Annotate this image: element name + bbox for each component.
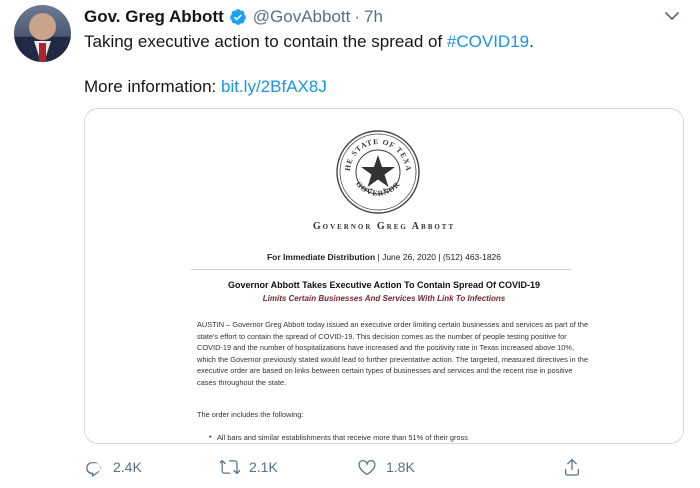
- verified-badge-icon: [229, 9, 246, 25]
- bullet-marker: •: [209, 432, 212, 441]
- press-bullet: All bars and similar establishments that…: [217, 433, 468, 442]
- author-avatar[interactable]: [14, 5, 71, 62]
- tweet-text-prefix: Taking executive action to contain the s…: [84, 32, 447, 51]
- tweet-text: Taking executive action to contain the s…: [84, 31, 534, 53]
- chevron-down-icon[interactable]: [663, 10, 681, 22]
- distribution-label: For Immediate Distribution: [266, 252, 376, 262]
- reply-button[interactable]: 2.4K: [84, 457, 142, 477]
- distribution-details: | June 26, 2020 | (512) 463-1826: [375, 252, 502, 262]
- divider: [191, 269, 571, 270]
- reply-count: 2.4K: [113, 459, 142, 475]
- more-info-line: More information: bit.ly/2BfAX8J: [84, 76, 327, 98]
- like-count: 1.8K: [386, 459, 415, 475]
- press-release-document: THE STATE OF TEXAS GOVERNOR Governor Gre…: [85, 109, 683, 443]
- author-name[interactable]: Gov. Greg Abbott: [84, 7, 224, 27]
- more-info-link[interactable]: bit.ly/2BfAX8J: [221, 77, 327, 96]
- tweet-actions: 2.4K 2.1K 1.8K: [84, 457, 684, 479]
- author-handle[interactable]: @GovAbbott: [253, 7, 351, 27]
- svg-text:GOVERNOR: GOVERNOR: [354, 179, 402, 197]
- avatar-tie: [39, 43, 46, 62]
- tweet-timestamp[interactable]: 7h: [364, 7, 383, 27]
- more-info-label: More information:: [84, 77, 221, 96]
- like-button[interactable]: 1.8K: [357, 457, 415, 477]
- retweet-icon: [220, 459, 240, 475]
- press-body: AUSTIN – Governor Greg Abbott today issu…: [197, 320, 589, 387]
- texas-seal-icon: THE STATE OF TEXAS GOVERNOR: [335, 129, 420, 214]
- hashtag-link[interactable]: #COVID19: [447, 32, 529, 51]
- retweet-button[interactable]: 2.1K: [220, 457, 278, 477]
- retweet-count: 2.1K: [249, 459, 278, 475]
- press-headline: Governor Abbott Takes Executive Action T…: [227, 280, 541, 290]
- separator-dot: ·: [354, 7, 361, 26]
- distribution-line: For Immediate Distribution | June 26, 20…: [85, 252, 683, 262]
- share-button[interactable]: [562, 457, 591, 477]
- office-title: Governor Greg Abbott: [312, 221, 456, 232]
- press-includes: The order includes the following:: [197, 410, 304, 419]
- tweet-text-suffix: .: [529, 32, 534, 51]
- attached-image-card[interactable]: THE STATE OF TEXAS GOVERNOR Governor Gre…: [84, 108, 684, 444]
- like-icon: [358, 459, 376, 476]
- share-icon: [564, 458, 580, 476]
- press-subheadline: Limits Certain Businesses And Services W…: [262, 294, 506, 303]
- reply-icon: [86, 462, 101, 477]
- seal-text-bottom: GOVERNOR: [354, 179, 401, 197]
- tweet-header: Gov. Greg Abbott @GovAbbott · 7h: [84, 6, 383, 28]
